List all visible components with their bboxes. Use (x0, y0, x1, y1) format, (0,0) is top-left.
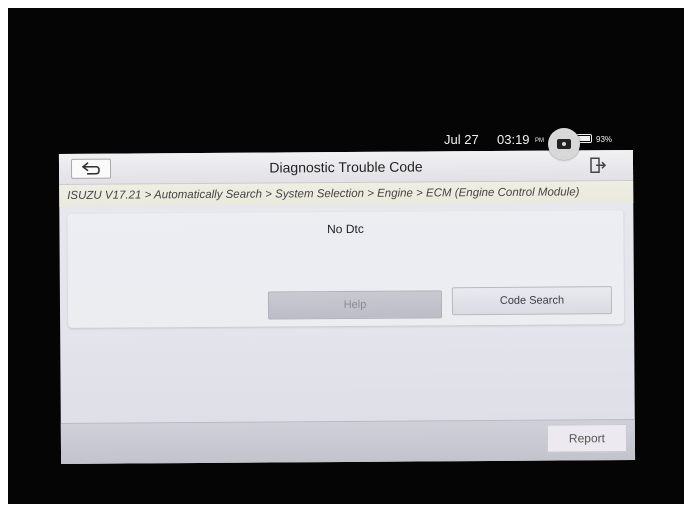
dtc-status-message: No Dtc (327, 221, 364, 237)
status-bar: Jul 27 03:19 PM 93% (440, 130, 630, 152)
status-time: 03:19 (497, 132, 530, 147)
status-battery: 93% (596, 135, 613, 144)
status-date: Jul 27 (444, 132, 479, 147)
page-title: Diagnostic Trouble Code (269, 158, 423, 176)
app-window: Diagnostic Trouble Code ISUZU V17.21 > A… (58, 150, 636, 464)
breadcrumb: ISUZU V17.21 > Automatically Search > Sy… (59, 180, 634, 208)
report-button[interactable]: Report (546, 424, 628, 453)
exit-icon (590, 157, 607, 174)
code-search-button[interactable]: Code Search (451, 286, 613, 316)
screenshot-button[interactable] (548, 128, 580, 160)
status-ampm: PM (535, 138, 544, 144)
help-button[interactable]: Help (267, 290, 443, 320)
title-bar: Diagnostic Trouble Code (58, 150, 634, 186)
bottom-toolbar: Report (60, 418, 636, 464)
dtc-panel: No Dtc Help Code Search (67, 210, 625, 328)
camera-icon (557, 139, 571, 149)
exit-button[interactable] (581, 153, 615, 177)
